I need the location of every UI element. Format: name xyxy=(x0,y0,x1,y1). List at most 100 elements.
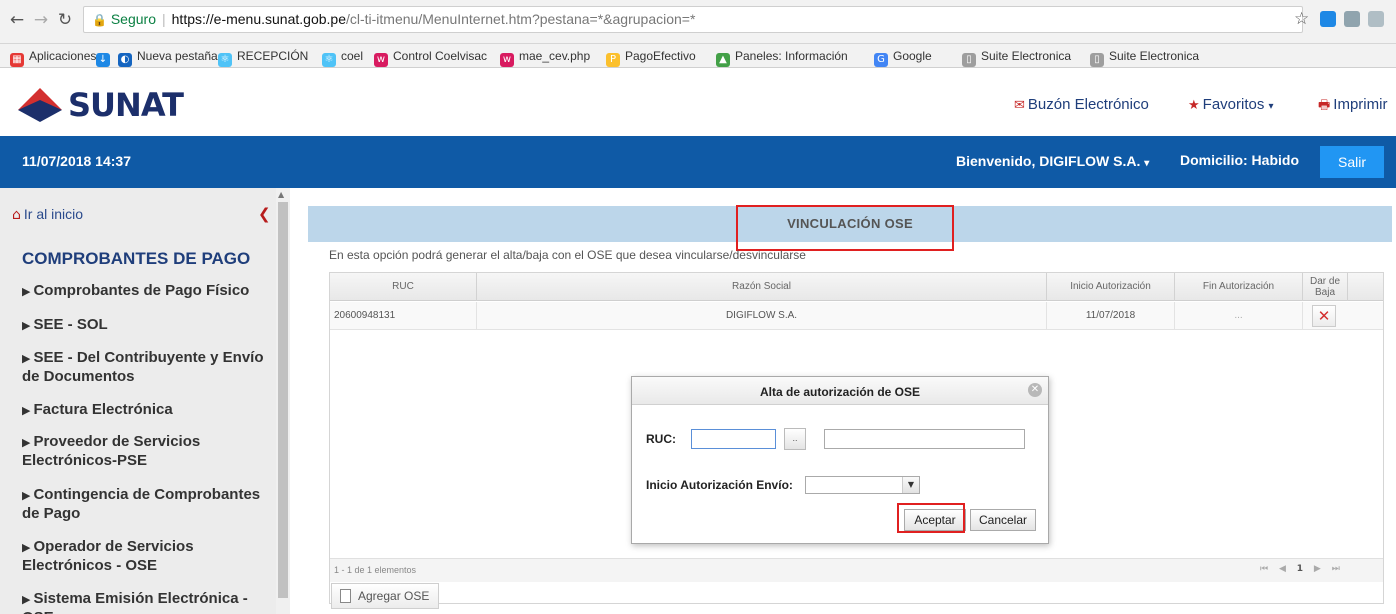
page-icon: ▯ xyxy=(1090,53,1104,67)
column-header-razon-social[interactable]: Razón Social xyxy=(477,273,1047,301)
bookmark-download[interactable]: ↓ xyxy=(96,48,115,67)
secure-label: Seguro xyxy=(110,11,156,27)
cell-razon-social: DIGIFLOW S.A. xyxy=(477,302,1047,330)
extension-icon[interactable] xyxy=(1368,11,1384,27)
table-row[interactable]: 20600948131 DIGIFLOW S.A. 11/07/2018 ...… xyxy=(330,302,1383,330)
react-icon: ⚛ xyxy=(322,53,336,67)
bookmark-item[interactable]: ⚛ RECEPCIÓN xyxy=(218,48,308,67)
sidebar-item[interactable]: ▶ Contingencia de Comprobantes de Pago xyxy=(22,486,272,523)
alta-ose-dialog: Alta de autorización de OSE ✕ RUC: .. In… xyxy=(631,376,1049,544)
expand-triangle-icon: ▶ xyxy=(22,285,31,298)
bookmark-item[interactable]: w Control Coelvisac xyxy=(374,48,487,67)
sidebar-item[interactable]: ▶ SEE - Del Contribuyente y Envío de Docu… xyxy=(22,349,272,386)
bookmark-item[interactable]: ▲ Paneles: Información xyxy=(716,48,848,67)
bookmark-item[interactable]: ▯ Suite Electronica xyxy=(1090,48,1199,67)
column-header-inicio[interactable]: Inicio Autorización xyxy=(1047,273,1175,301)
sidebar-menu: ⌂ Ir al inicio ❮ COMPROBANTES DE PAGO ▶ Co… xyxy=(0,188,276,614)
buzon-electronico-link[interactable]: ✉ Buzón Electrónico xyxy=(1014,96,1149,113)
forward-arrow-icon[interactable]: → xyxy=(30,9,52,31)
browser-toolbar: ← → ↻ 🔒 Seguro | https://e-menu.sunat.gob.… xyxy=(0,0,1396,44)
sidebar-item[interactable]: ▶ Operador de Servicios Electrónicos - OS… xyxy=(22,538,272,575)
expand-triangle-icon: ▶ xyxy=(22,593,31,606)
sidebar-item[interactable]: ▶ Comprobantes de Pago Físico xyxy=(22,282,272,301)
column-header-dar-de-baja[interactable]: Dar de Baja xyxy=(1303,273,1348,301)
caret-down-icon: ▾ xyxy=(1268,101,1274,112)
collapse-sidebar-icon[interactable]: ❮ xyxy=(258,205,271,223)
expand-triangle-icon: ▶ xyxy=(22,489,31,502)
column-header-fin[interactable]: Fin Autorización xyxy=(1175,273,1303,301)
session-datetime: 11/07/2018 14:37 xyxy=(22,153,131,169)
sidebar: ⌂ Ir al inicio ❮ COMPROBANTES DE PAGO ▶ Co… xyxy=(0,188,290,614)
cell-ruc: 20600948131 xyxy=(330,302,477,330)
next-page-icon[interactable]: ▶ xyxy=(1314,564,1321,574)
star-icon: ★ xyxy=(1188,98,1200,113)
home-icon: ⌂ xyxy=(12,207,21,223)
bookmark-item[interactable]: ⚛ coel xyxy=(322,48,363,67)
grid-pager: 1 - 1 de 1 elementos ⏮ ◀ 1 ▶ ⏭ xyxy=(330,558,1383,582)
inicio-autorizacion-select[interactable]: ▼ xyxy=(805,476,920,494)
add-ose-button[interactable]: Agregar OSE xyxy=(331,583,439,609)
razon-social-input[interactable] xyxy=(824,429,1025,449)
bookmark-item[interactable]: ▯ Suite Electronica xyxy=(962,48,1071,67)
back-arrow-icon[interactable]: ← xyxy=(6,9,28,31)
download-icon: ↓ xyxy=(96,53,110,67)
ruc-input[interactable] xyxy=(691,429,776,449)
go-home-link[interactable]: ⌂ Ir al inicio xyxy=(12,206,83,223)
logo-text: SUNAT xyxy=(68,86,184,124)
expand-triangle-icon: ▶ xyxy=(22,319,31,332)
paging-info: 1 - 1 de 1 elementos xyxy=(334,565,417,575)
sidebar-item[interactable]: ▶ Factura Electrónica xyxy=(22,401,272,420)
printer-icon: 🖶 xyxy=(1318,98,1331,113)
title-highlight-box xyxy=(736,205,954,251)
first-page-icon[interactable]: ⏮ xyxy=(1260,564,1268,574)
bookmark-star-icon[interactable]: ☆ xyxy=(1294,9,1309,29)
cancel-button[interactable]: Cancelar xyxy=(970,509,1036,531)
sidebar-item[interactable]: ▶ SEE - SOL xyxy=(22,316,272,335)
scrollbar-thumb[interactable] xyxy=(278,202,288,598)
sidebar-section-title: COMPROBANTES DE PAGO xyxy=(22,249,251,268)
logout-button[interactable]: Salir xyxy=(1320,146,1384,178)
dialog-title: Alta de autorización de OSE xyxy=(759,385,921,399)
bookmark-apps[interactable]: ▦ Aplicaciones xyxy=(10,48,96,67)
url-path: /cl-ti-itmenu/MenuInternet.htm?pestana=*… xyxy=(345,11,696,27)
sidebar-item[interactable]: ▶ Proveedor de Servicios Electrónicos-PSE xyxy=(22,433,272,470)
bookmark-item[interactable]: G Google xyxy=(874,48,932,67)
apps-grid-icon: ▦ xyxy=(10,53,24,67)
sunat-logo[interactable]: SUNAT xyxy=(18,88,184,122)
reload-icon[interactable]: ↻ xyxy=(54,9,76,31)
google-icon: G xyxy=(874,53,888,67)
react-icon: ⚛ xyxy=(218,53,232,67)
column-header-ruc[interactable]: RUC xyxy=(330,273,477,301)
delete-icon[interactable]: ✕ xyxy=(1312,305,1336,327)
expand-triangle-icon: ▶ xyxy=(22,404,31,417)
page-icon: ▯ xyxy=(962,53,976,67)
scroll-up-icon[interactable]: ▲ xyxy=(278,190,284,199)
bookmark-item[interactable]: w mae_cev.php xyxy=(500,48,590,67)
cell-inicio: 11/07/2018 xyxy=(1047,302,1175,330)
ruc-lookup-button[interactable]: .. xyxy=(784,428,806,450)
favoritos-dropdown[interactable]: ★ Favoritos ▾ xyxy=(1188,96,1274,113)
extension-icon[interactable] xyxy=(1344,11,1360,27)
web-icon: w xyxy=(500,53,514,67)
page-description: En esta opción podrá generar el alta/baj… xyxy=(329,248,806,262)
domicilio-status: Domicilio: Habido xyxy=(1180,152,1299,168)
last-page-icon[interactable]: ⏭ xyxy=(1332,564,1340,574)
imprimir-link[interactable]: 🖶 Imprimir xyxy=(1318,96,1387,118)
bookmark-item[interactable]: P PagoEfectivo xyxy=(606,48,696,67)
dialog-header: Alta de autorización de OSE ✕ xyxy=(632,377,1048,405)
address-bar[interactable]: 🔒 Seguro | https://e-menu.sunat.gob.pe/cl-… xyxy=(83,6,1303,33)
user-menu-dropdown[interactable]: Bienvenido, DIGIFLOW S.A. ▾ xyxy=(956,153,1149,169)
current-page[interactable]: 1 xyxy=(1297,564,1303,574)
chevron-down-icon[interactable]: ▼ xyxy=(902,477,919,493)
document-icon xyxy=(340,589,351,603)
sidebar-item[interactable]: ▶Sistema Emisión Electrónica - OSE xyxy=(22,590,272,614)
inicio-autorizacion-label: Inicio Autorización Envío: xyxy=(646,478,793,492)
prev-page-icon[interactable]: ◀ xyxy=(1279,564,1286,574)
pager-controls: ⏮ ◀ 1 ▶ ⏭ xyxy=(1260,564,1340,574)
extension-icon[interactable] xyxy=(1320,11,1336,27)
site-header: SUNAT ✉ Buzón Electrónico ★ Favoritos ▾ 🖶 I… xyxy=(0,68,1396,136)
web-icon: w xyxy=(374,53,388,67)
close-icon[interactable]: ✕ xyxy=(1028,383,1042,397)
sidebar-scrollbar[interactable]: ▲ xyxy=(276,188,290,614)
bookmark-item[interactable]: ◐ Nueva pestaña xyxy=(118,48,218,67)
